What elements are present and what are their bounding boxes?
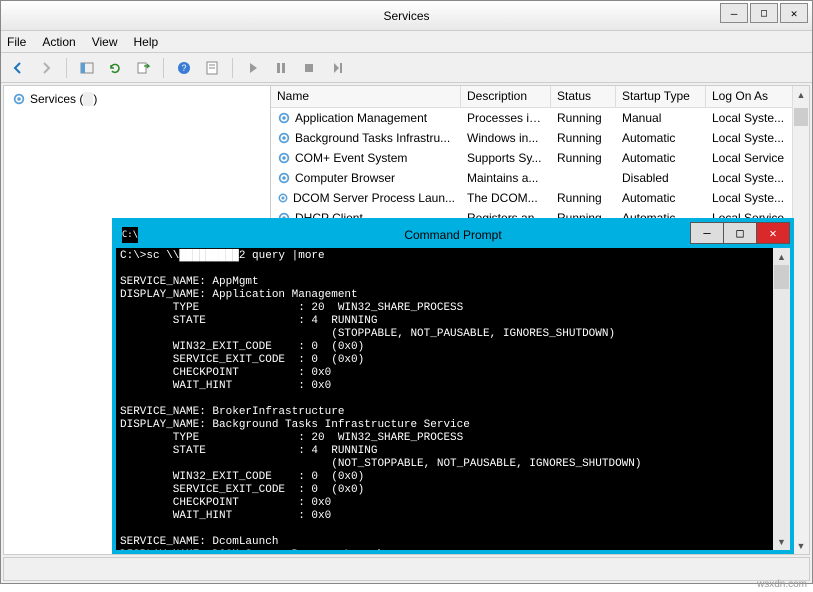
service-status: Running: [551, 150, 616, 166]
service-startup: Automatic: [616, 130, 706, 146]
gear-icon: [277, 111, 291, 125]
service-name: COM+ Event System: [295, 151, 407, 165]
menu-help[interactable]: Help: [134, 35, 159, 49]
col-header-status[interactable]: Status: [551, 86, 616, 107]
scroll-down-icon[interactable]: ▼: [773, 533, 790, 550]
service-logon: Local Syste...: [706, 130, 796, 146]
cmd-icon: C:\: [122, 227, 138, 243]
col-header-name[interactable]: Name: [271, 86, 461, 107]
restart-service-button[interactable]: [326, 57, 348, 79]
forward-button[interactable]: [35, 57, 57, 79]
scroll-up-icon[interactable]: ▲: [773, 248, 790, 265]
gear-icon: [277, 151, 291, 165]
service-description: Windows in...: [461, 130, 551, 146]
scrollbar-thumb[interactable]: [774, 265, 789, 289]
cmd-output[interactable]: C:\>sc \\█████████2 query |more SERVICE_…: [116, 248, 773, 550]
service-startup: Disabled: [616, 170, 706, 186]
menu-file[interactable]: File: [7, 35, 26, 49]
cmd-close-button[interactable]: ✕: [756, 222, 790, 244]
col-header-description[interactable]: Description: [461, 86, 551, 107]
command-prompt-window[interactable]: C:\ Command Prompt — □ ✕ C:\>sc \\██████…: [112, 218, 794, 554]
watermark: wsxdn.com: [757, 579, 807, 590]
titlebar[interactable]: Services — □ ✕: [1, 1, 812, 31]
service-logon: Local Syste...: [706, 190, 796, 206]
gear-icon: [12, 92, 26, 106]
service-description: Processes in...: [461, 110, 551, 126]
window-title: Services: [383, 9, 429, 23]
col-header-logon[interactable]: Log On As: [706, 86, 796, 107]
menubar: File Action View Help: [1, 31, 812, 53]
service-startup: Automatic: [616, 190, 706, 206]
export-button[interactable]: [132, 57, 154, 79]
scroll-down-icon[interactable]: ▼: [793, 537, 809, 554]
statusbar: [3, 557, 810, 581]
cmd-title: Command Prompt: [404, 228, 501, 242]
menu-view[interactable]: View: [92, 35, 118, 49]
maximize-button[interactable]: □: [750, 3, 778, 23]
table-row[interactable]: Computer Browser Maintains a... DisabledLo…: [271, 168, 809, 188]
scrollbar-thumb[interactable]: [794, 108, 808, 126]
service-status: Running: [551, 190, 616, 206]
service-description: Supports Sy...: [461, 150, 551, 166]
service-startup: Automatic: [616, 150, 706, 166]
gear-icon: [277, 171, 291, 185]
service-description: The DCOM...: [461, 190, 551, 206]
service-status: Running: [551, 110, 616, 126]
gear-icon: [277, 191, 289, 205]
tree-root-label: Services ( 2): [30, 92, 97, 106]
toolbar: ?: [1, 53, 812, 83]
pause-service-button[interactable]: [270, 57, 292, 79]
grid-header: Name Description Status Startup Type Log…: [271, 86, 809, 108]
service-logon: Local Service: [706, 150, 796, 166]
table-row[interactable]: DCOM Server Process Laun... The DCOM...Ru…: [271, 188, 809, 208]
service-name: DCOM Server Process Laun...: [293, 191, 455, 205]
refresh-button[interactable]: [104, 57, 126, 79]
back-button[interactable]: [7, 57, 29, 79]
gear-icon: [277, 131, 291, 145]
vertical-scrollbar[interactable]: ▲ ▼: [792, 86, 809, 554]
service-logon: Local Syste...: [706, 110, 796, 126]
cmd-titlebar[interactable]: C:\ Command Prompt — □ ✕: [116, 222, 790, 248]
service-logon: Local Syste...: [706, 170, 796, 186]
properties-button[interactable]: [201, 57, 223, 79]
service-status: Running: [551, 130, 616, 146]
cmd-maximize-button[interactable]: □: [723, 222, 757, 244]
minimize-button[interactable]: —: [720, 3, 748, 23]
table-row[interactable]: Background Tasks Infrastru... Windows in.…: [271, 128, 809, 148]
service-name: Computer Browser: [295, 171, 395, 185]
show-hide-tree-button[interactable]: [76, 57, 98, 79]
col-header-startup[interactable]: Startup Type: [616, 86, 706, 107]
scroll-up-icon[interactable]: ▲: [793, 86, 809, 103]
service-name: Application Management: [295, 111, 427, 125]
cmd-minimize-button[interactable]: —: [690, 222, 724, 244]
help-button[interactable]: ?: [173, 57, 195, 79]
cmd-scrollbar[interactable]: ▲ ▼: [773, 248, 790, 550]
table-row[interactable]: COM+ Event System Supports Sy...RunningAu…: [271, 148, 809, 168]
stop-service-button[interactable]: [298, 57, 320, 79]
service-name: Background Tasks Infrastru...: [295, 131, 450, 145]
svg-text:?: ?: [181, 63, 186, 73]
tree-root-node[interactable]: Services ( 2): [10, 90, 264, 108]
service-description: Maintains a...: [461, 170, 551, 186]
service-status: [551, 177, 616, 179]
menu-action[interactable]: Action: [42, 35, 75, 49]
service-startup: Manual: [616, 110, 706, 126]
close-button[interactable]: ✕: [780, 3, 808, 23]
start-service-button[interactable]: [242, 57, 264, 79]
table-row[interactable]: Application Management Processes in...Run…: [271, 108, 809, 128]
